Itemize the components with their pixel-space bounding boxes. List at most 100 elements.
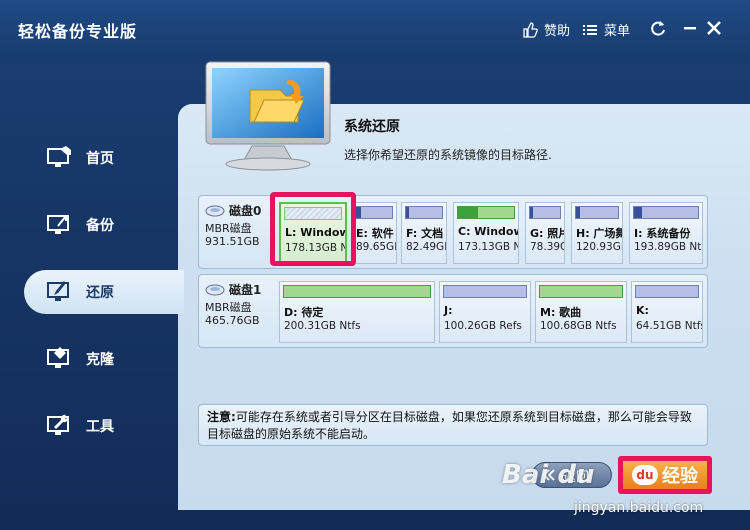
partition-size: 82.49GE bbox=[406, 241, 447, 253]
page-subtitle: 选择你希望还原的系统镜像的目标路径. bbox=[344, 148, 552, 162]
partition-usage-bar bbox=[633, 206, 699, 219]
partition-usage-bar bbox=[539, 285, 623, 298]
partition-size: 200.31GB Ntfs bbox=[284, 320, 361, 332]
sidebar-item-clone[interactable]: 克隆 bbox=[24, 337, 184, 381]
disk-row-1: 磁盘1 MBR磁盘 465.76GB D: 待定 200.31GB Ntfs J: 1… bbox=[198, 274, 708, 348]
partition-usage-bar bbox=[355, 206, 393, 219]
partition-label: I: 系统备份 bbox=[634, 227, 691, 240]
partition-1-1[interactable]: J: 100.26GB Refs bbox=[439, 281, 531, 343]
partition-size: 89.65GE bbox=[356, 241, 397, 253]
disk-icon bbox=[205, 205, 225, 216]
partition-0-6[interactable]: I: 系统备份 193.89GB Nt bbox=[629, 202, 703, 264]
menu-list-icon bbox=[583, 24, 597, 35]
refresh-button[interactable] bbox=[650, 20, 666, 36]
partition-usage-bar bbox=[283, 285, 431, 298]
donate-button[interactable]: 赞助 bbox=[522, 20, 570, 39]
partition-usage-bar bbox=[284, 207, 342, 220]
donate-label: 赞助 bbox=[544, 24, 571, 39]
clone-monitor-icon bbox=[47, 347, 69, 368]
partition-label: C: Windows bbox=[458, 225, 518, 238]
partition-usage-bar bbox=[457, 206, 515, 219]
disk-type: MBR磁盘 bbox=[205, 222, 252, 235]
disk-name: 磁盘1 bbox=[229, 283, 262, 297]
partition-0-3[interactable]: C: Windows 173.13GB Nt bbox=[453, 202, 519, 264]
restore-illustration-icon bbox=[205, 61, 331, 171]
warning-note: 注意:可能存在系统或者引导分区在目标磁盘，如果您还原系统到目标磁盘，那么可能会导… bbox=[198, 404, 708, 446]
partition-size: 78.39GE bbox=[530, 241, 564, 253]
disk-icon bbox=[205, 284, 225, 295]
partition-label: D: 待定 bbox=[284, 306, 324, 319]
partition-1-2[interactable]: M: 歌曲 100.68GB Ntfs bbox=[535, 281, 627, 343]
partition-usage-bar bbox=[529, 206, 561, 219]
disk-type: MBR磁盘 bbox=[205, 301, 252, 314]
partition-usage-fill bbox=[634, 207, 642, 218]
partition-size: 173.13GB Nt bbox=[458, 241, 519, 253]
partition-size: 100.68GB Ntfs bbox=[540, 320, 617, 332]
next-label: 经验 bbox=[662, 466, 698, 487]
double-chevron-left-icon bbox=[543, 469, 555, 481]
page-title: 系统还原 bbox=[344, 119, 400, 135]
back-button[interactable]: 返回 bbox=[532, 462, 612, 488]
tools-monitor-icon bbox=[47, 414, 69, 435]
minimize-button[interactable] bbox=[682, 20, 698, 36]
partition-size: 193.89GB Nt bbox=[634, 241, 702, 253]
partition-label: L: Window bbox=[285, 226, 347, 239]
partition-size: 120.93GB bbox=[576, 241, 623, 253]
disk-row-0: 磁盘0 MBR磁盘 931.51GB L: Window 178.13GB N E:… bbox=[198, 195, 708, 269]
sidebar-label-home: 首页 bbox=[86, 151, 114, 167]
partition-usage-bar bbox=[575, 206, 619, 219]
disk-name: 磁盘0 bbox=[229, 204, 262, 218]
partition-label: M: 歌曲 bbox=[540, 306, 582, 319]
baidu-paw-icon: du bbox=[632, 465, 658, 485]
back-label: 返回 bbox=[563, 469, 590, 485]
disk-info: 磁盘1 MBR磁盘 465.76GB bbox=[205, 281, 273, 327]
partition-label: K: bbox=[636, 304, 649, 317]
sidebar-label-restore: 还原 bbox=[86, 285, 114, 301]
sidebar-label-backup: 备份 bbox=[86, 218, 114, 234]
sidebar-label-clone: 克隆 bbox=[86, 352, 114, 368]
menu-button[interactable]: 菜单 bbox=[582, 20, 630, 39]
note-prefix: 注意: bbox=[207, 410, 236, 424]
partition-0-0[interactable]: L: Window 178.13GB N bbox=[279, 202, 347, 264]
partition-usage-fill bbox=[458, 207, 478, 218]
partition-usage-fill bbox=[530, 207, 533, 218]
sidebar-label-tools: 工具 bbox=[86, 419, 114, 435]
partition-label: G: 照片 bbox=[530, 227, 564, 240]
disk-size: 931.51GB bbox=[205, 235, 260, 248]
partition-size: 100.26GB Refs bbox=[444, 320, 522, 332]
partition-size: 178.13GB N bbox=[285, 242, 347, 254]
sidebar-item-tools[interactable]: 工具 bbox=[24, 404, 184, 448]
home-monitor-icon bbox=[47, 146, 71, 167]
partition-label: H: 广场舞 bbox=[576, 227, 623, 240]
close-icon bbox=[707, 21, 721, 35]
partition-1-0[interactable]: D: 待定 200.31GB Ntfs bbox=[279, 281, 435, 343]
partition-label: J: bbox=[444, 304, 453, 317]
refresh-icon bbox=[651, 21, 665, 36]
partition-usage-fill bbox=[406, 207, 409, 218]
restore-monitor-icon bbox=[47, 281, 69, 301]
close-button[interactable] bbox=[706, 20, 722, 36]
sidebar-item-restore[interactable]: 还原 bbox=[24, 270, 184, 314]
partition-0-1[interactable]: E: 软件 89.65GE bbox=[351, 202, 397, 264]
partition-0-5[interactable]: H: 广场舞 120.93GB bbox=[571, 202, 623, 264]
minimize-icon bbox=[684, 27, 696, 30]
partition-1-3[interactable]: K: 64.51GB Ntfs bbox=[631, 281, 703, 343]
thumbs-up-icon bbox=[523, 21, 538, 38]
partition-size: 64.51GB Ntfs bbox=[636, 320, 703, 332]
partition-usage-bar bbox=[635, 285, 699, 298]
menu-label: 菜单 bbox=[604, 24, 631, 39]
partition-0-4[interactable]: G: 照片78.39GE bbox=[525, 202, 565, 264]
note-text: 可能存在系统或者引导分区在目标磁盘，如果您还原系统到目标磁盘，那么可能会导致目标… bbox=[207, 410, 692, 441]
app-title: 轻松备份专业版 bbox=[18, 22, 138, 41]
disk-size: 465.76GB bbox=[205, 314, 260, 327]
partition-label: F: 文档 bbox=[406, 227, 444, 240]
disk-info: 磁盘0 MBR磁盘 931.51GB bbox=[205, 202, 273, 248]
partition-usage-bar bbox=[405, 206, 443, 219]
next-button[interactable]: du 经验 bbox=[618, 456, 712, 494]
partition-label: E: 软件 bbox=[356, 227, 394, 240]
partition-usage-fill bbox=[576, 207, 581, 218]
sidebar-item-home[interactable]: 首页 bbox=[24, 136, 184, 180]
partition-usage-bar bbox=[443, 285, 527, 298]
sidebar-item-backup[interactable]: 备份 bbox=[24, 203, 184, 247]
partition-0-2[interactable]: F: 文档 82.49GE bbox=[401, 202, 447, 264]
